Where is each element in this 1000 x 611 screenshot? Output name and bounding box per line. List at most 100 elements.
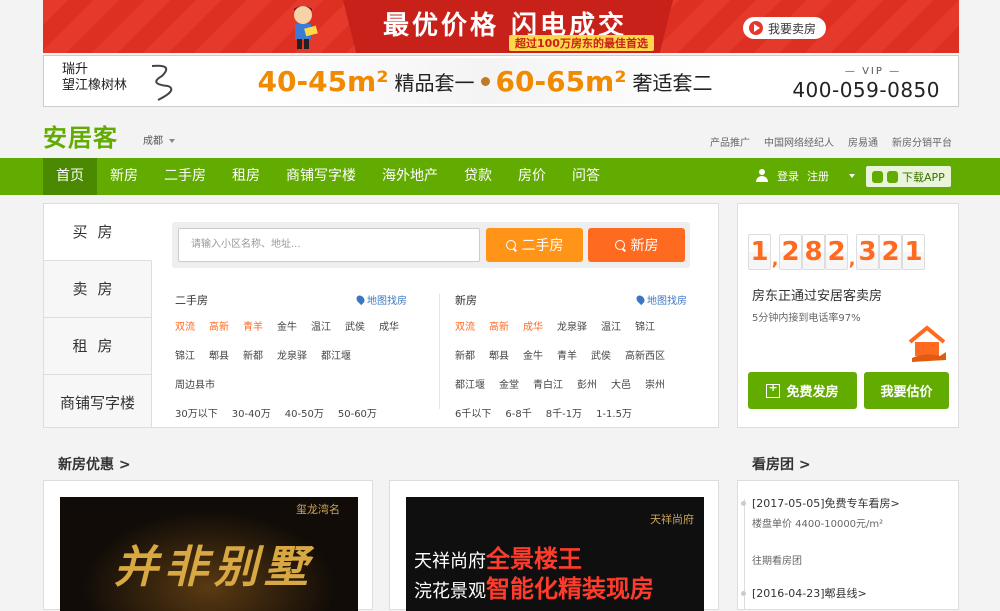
map-search-label: 地图找房 (647, 296, 687, 307)
nav-commercial[interactable]: 商铺写字楼 (273, 158, 369, 195)
district-link[interactable]: 双流 (455, 318, 475, 333)
nav-overseas[interactable]: 海外地产 (369, 158, 451, 195)
sell-house-button[interactable]: 我要卖房 (743, 17, 827, 39)
new-house-title: 新房 (455, 294, 477, 307)
nav-new-house[interactable]: 新房 (97, 158, 151, 195)
top-link-promo[interactable]: 产品推广 (710, 134, 750, 149)
district-link[interactable]: 成华 (379, 318, 399, 333)
district-link[interactable]: 温江 (311, 318, 331, 333)
top-ad-banner[interactable]: 最优价格 闪电成交 超过100万房东的最佳首选 我要卖房 (43, 0, 959, 53)
map-search-link[interactable]: 地图找房 (354, 292, 407, 307)
nav-home[interactable]: 首页 (43, 158, 97, 195)
nav-rent[interactable]: 租房 (219, 158, 273, 195)
search-second-hand-button[interactable]: 二手房 (486, 228, 583, 262)
price-link[interactable]: 1-1.5万 (596, 405, 632, 420)
price-link[interactable]: 50-60万 (338, 405, 377, 420)
district-link[interactable]: 双流 (175, 318, 195, 333)
district-link[interactable]: 青羊 (243, 318, 263, 333)
district-link[interactable]: 青羊 (557, 347, 577, 362)
deal-card[interactable]: 天祥尚府 天祥尚府全景楼王 浣花景观智能化精装现房 (389, 480, 719, 611)
property-ad-banner[interactable]: 瑞升 望江橡树林 40-45m² 精品套一 60-65m² 奢适套二 — VIP… (43, 55, 959, 107)
district-link[interactable]: 崇州 (645, 376, 665, 391)
add-house-icon (766, 381, 781, 398)
tour-item[interactable]: [2016-04-23]郫县线> (741, 585, 900, 601)
district-link[interactable]: 武侯 (591, 347, 611, 362)
price-link[interactable]: 6-8千 (505, 405, 531, 420)
download-app-button[interactable]: 下载APP (866, 166, 951, 187)
price-link[interactable]: 8千-1万 (546, 405, 582, 420)
price-link[interactable]: 30万以下 (175, 405, 218, 420)
second-hand-filters: 二手房 地图找房 双流 高新 青羊 金牛 温江 武侯 成华 锦江 郫县 新都 龙… (175, 292, 407, 434)
map-search-label: 地图找房 (367, 296, 407, 307)
price-link[interactable]: 30-40万 (232, 405, 271, 420)
district-link[interactable]: 成华 (523, 318, 543, 333)
district-link[interactable]: 新都 (243, 347, 263, 362)
tour-item-price: 楼盘单价 4400-10000元/m² (752, 519, 884, 530)
district-link[interactable]: 高新西区 (625, 347, 665, 362)
map-search-link[interactable]: 地图找房 (634, 292, 687, 307)
tab-commercial[interactable]: 商铺写字楼 (44, 375, 152, 427)
nav-second-hand[interactable]: 二手房 (151, 158, 219, 195)
price-link[interactable]: 40-50万 (285, 405, 324, 420)
district-link[interactable]: 龙泉驿 (557, 318, 587, 333)
district-link[interactable]: 金堂 (499, 376, 519, 391)
top-link-fangyitong[interactable]: 房易通 (848, 134, 878, 149)
site-logo[interactable]: 安居客 (43, 118, 118, 153)
new-house-filters: 新房 地图找房 双流 高新 成华 龙泉驿 温江 锦江 新都 郫县 金牛 青羊 武… (455, 292, 687, 434)
district-link[interactable]: 都江堰 (321, 347, 351, 362)
district-link[interactable]: 锦江 (635, 318, 655, 333)
district-link[interactable]: 郫县 (209, 347, 229, 362)
district-link[interactable]: 金牛 (523, 347, 543, 362)
district-link[interactable]: 郫县 (489, 347, 509, 362)
district-link[interactable]: 龙泉驿 (277, 347, 307, 362)
district-link[interactable]: 周边县市 (175, 376, 215, 391)
district-link[interactable]: 高新 (489, 318, 509, 333)
district-link[interactable]: 金牛 (277, 318, 297, 333)
nav-price[interactable]: 房价 (505, 158, 559, 195)
district-link[interactable]: 高新 (209, 318, 229, 333)
tour-item[interactable]: [2017-05-05]免费专车看房> (741, 495, 900, 511)
search-input[interactable]: 请输入小区名称、地址... (178, 228, 480, 262)
district-link[interactable]: 都江堰 (455, 376, 485, 391)
counter-digit: 8 (802, 234, 825, 270)
search-new-house-button[interactable]: 新房 (588, 228, 685, 262)
free-publish-button[interactable]: 免费发房 (748, 372, 857, 409)
estimate-button[interactable]: 我要估价 (864, 372, 949, 409)
counter-digit: 2 (779, 234, 802, 270)
register-link[interactable]: 注册 (807, 168, 829, 184)
free-publish-label: 免费发房 (786, 385, 839, 400)
district-link[interactable]: 彭州 (577, 376, 597, 391)
ad-size-2: 60-65m² (495, 64, 627, 98)
stat-subline: 5分钟内接到电话率97% (752, 313, 861, 324)
poster-line2-a: 浣花景观 (414, 581, 486, 602)
district-link[interactable]: 青白江 (533, 376, 563, 391)
ad-size-1: 40-45m² (257, 64, 389, 98)
deal-poster[interactable]: 玺龙湾名 并非别墅 (60, 497, 358, 611)
past-tours-link[interactable]: 往期看房团 (752, 552, 900, 567)
map-pin-icon (634, 293, 647, 306)
tab-sell[interactable]: 卖房 (44, 261, 152, 318)
nav-qa[interactable]: 问答 (559, 158, 613, 195)
tab-buy[interactable]: 买房 (44, 204, 152, 261)
district-link[interactable]: 大邑 (611, 376, 631, 391)
district-link[interactable]: 武侯 (345, 318, 365, 333)
chevron-down-icon[interactable] (849, 174, 855, 178)
side-tabs: 买房 卖房 租房 商铺写字楼 (44, 204, 152, 427)
map-pin-icon (354, 293, 367, 306)
district-link[interactable]: 新都 (455, 347, 475, 362)
new-deals-title[interactable]: 新房优惠 > (58, 454, 131, 474)
house-hand-icon (908, 325, 946, 362)
top-link-broker[interactable]: 中国网络经纪人 (764, 134, 834, 149)
deal-card[interactable]: 玺龙湾名 并非别墅 (43, 480, 373, 611)
district-link[interactable]: 温江 (601, 318, 621, 333)
top-link-distribution[interactable]: 新房分销平台 (892, 134, 952, 149)
deal-poster[interactable]: 天祥尚府 天祥尚府全景楼王 浣花景观智能化精装现房 (406, 497, 704, 611)
price-link[interactable]: 6千以下 (455, 405, 491, 420)
mascot-icon (294, 6, 318, 49)
tab-rent[interactable]: 租房 (44, 318, 152, 375)
nav-loan[interactable]: 贷款 (451, 158, 505, 195)
city-selector[interactable]: 成都 (143, 132, 175, 147)
district-link[interactable]: 锦江 (175, 347, 195, 362)
login-link[interactable]: 登录 (777, 168, 799, 184)
tour-title[interactable]: 看房团 > (752, 454, 811, 474)
